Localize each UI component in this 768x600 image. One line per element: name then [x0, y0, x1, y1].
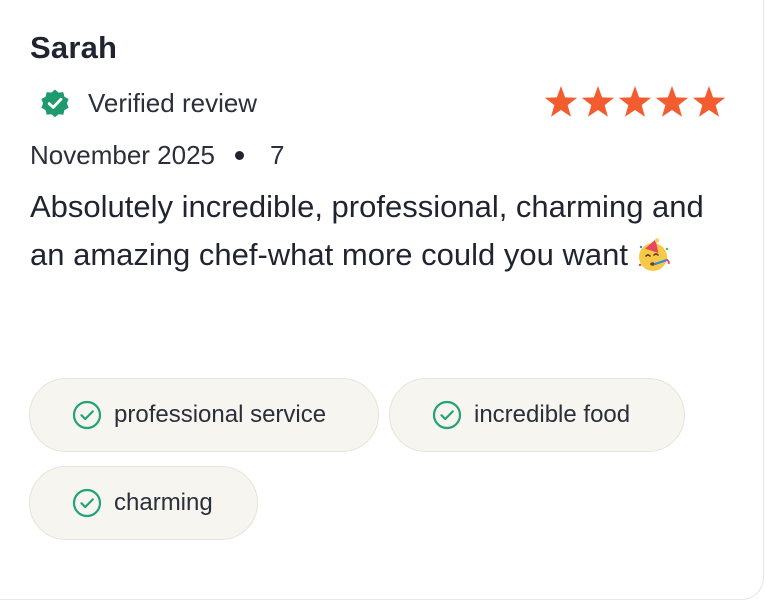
review-body: Absolutely incredible, professional, cha… [30, 189, 704, 272]
review-meta: November 2025 7 [30, 140, 284, 171]
star-icon [618, 86, 652, 117]
review-count: 7 [270, 140, 285, 170]
star-icon [692, 86, 726, 117]
tag-chip-incredible-food: incredible food [389, 378, 685, 452]
star-rating [543, 84, 727, 120]
check-circle-icon [432, 400, 462, 430]
verified-badge-icon [41, 89, 69, 118]
verified-review-label: Verified review [88, 87, 258, 118]
star-icon [544, 86, 578, 117]
verified-review-indicator: Verified review [38, 86, 257, 120]
review-date: November 2025 [30, 140, 215, 170]
review-card: Sarah Verified review November 2025 7 Ab… [0, 0, 764, 600]
tag-chip-professional-service: professional service [29, 378, 379, 452]
star-icon [581, 86, 615, 117]
review-text: Absolutely incredible, professional, cha… [30, 183, 740, 279]
tag-label: incredible food [474, 401, 631, 428]
separator-dot [235, 151, 244, 160]
tag-chip-charming: charming [29, 466, 258, 540]
check-circle-icon [72, 488, 102, 518]
tag-label: professional service [114, 401, 327, 428]
check-circle-icon [72, 400, 102, 430]
star-icon [655, 86, 689, 117]
partying-face-emoji-icon [638, 238, 670, 271]
reviewer-name: Sarah [30, 30, 118, 65]
tag-label: charming [114, 489, 213, 516]
